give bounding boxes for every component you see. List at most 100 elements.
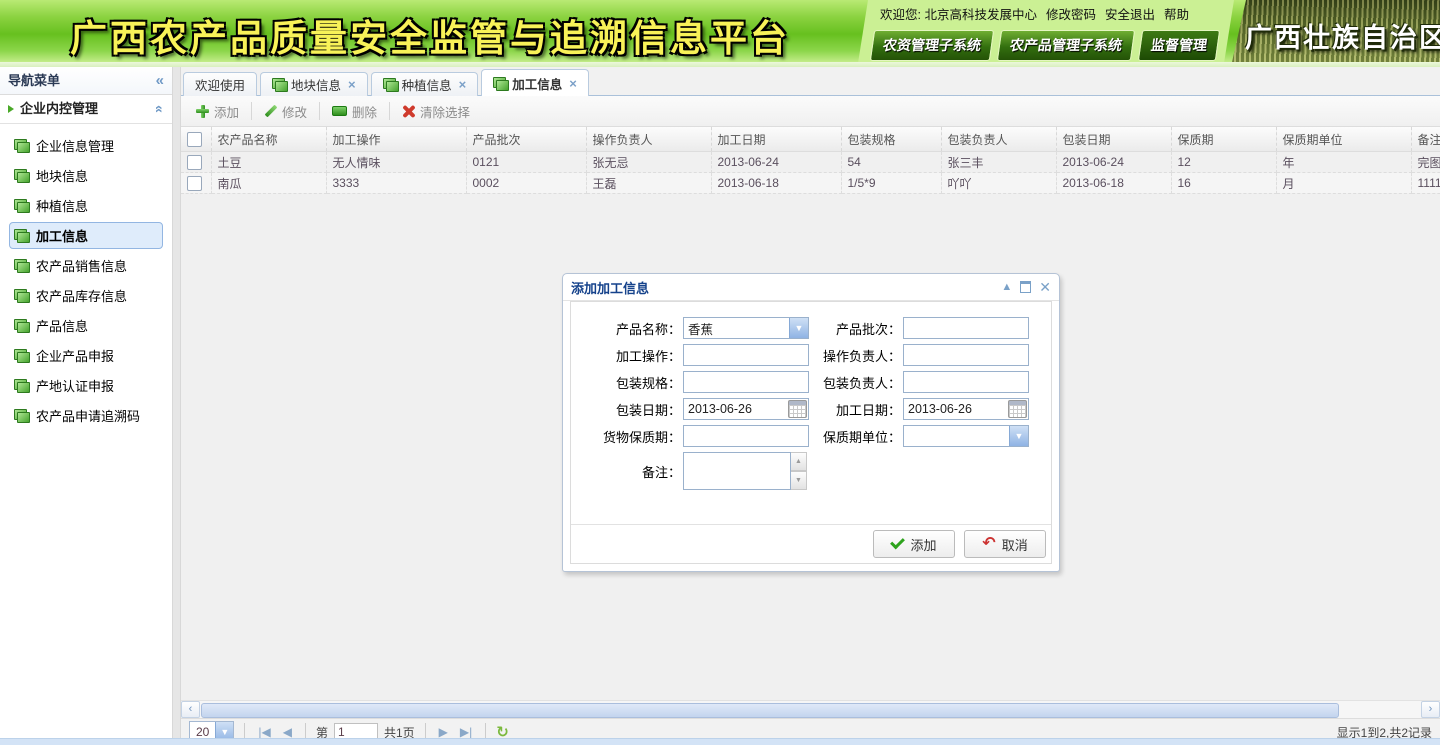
- remark-textarea[interactable]: [683, 452, 791, 490]
- tab-1[interactable]: 地块信息 ×: [260, 72, 368, 96]
- first-page-icon[interactable]: |◀: [255, 725, 273, 739]
- sidebar-item-8[interactable]: 产地认证申报: [9, 372, 163, 399]
- last-page-icon[interactable]: ▶|: [457, 725, 475, 739]
- scrollbar-track[interactable]: [200, 702, 1421, 718]
- sidebar-item-3[interactable]: 加工信息: [9, 222, 163, 249]
- spinner-up-icon[interactable]: ▲: [791, 452, 807, 471]
- folder-icon: [14, 258, 30, 273]
- dialog-collapse-icon[interactable]: ▲: [1001, 281, 1012, 293]
- package-spec-input[interactable]: [683, 371, 809, 393]
- cell: 3333: [326, 172, 467, 194]
- sidebar-item-5[interactable]: 农产品库存信息: [9, 282, 163, 309]
- column-header[interactable]: 加工操作: [326, 127, 467, 152]
- folder-icon: [14, 138, 30, 153]
- process-operation-input[interactable]: [683, 344, 809, 366]
- tab-close-icon[interactable]: ×: [569, 76, 577, 91]
- tab-close-icon[interactable]: ×: [459, 77, 467, 92]
- dialog-title-bar[interactable]: 添加加工信息 ▲ ✕: [563, 274, 1059, 301]
- table-row[interactable]: 南瓜 3333 0002 王磊 2013-06-18 1/5*9 吖吖 2013-06-18 1…: [181, 172, 1440, 194]
- tab-label: 种植信息: [401, 79, 452, 93]
- product-batch-input[interactable]: [903, 317, 1029, 339]
- scrollbar-thumb[interactable]: [201, 703, 1339, 718]
- row-checkbox[interactable]: [187, 175, 202, 191]
- section-collapse-icon[interactable]: «: [146, 105, 174, 113]
- header-link-0[interactable]: 修改密码: [1046, 8, 1096, 22]
- sidebar-collapse-icon[interactable]: «: [156, 67, 164, 94]
- toolbar-button-1[interactable]: 修改: [255, 98, 316, 125]
- tab-2[interactable]: 种植信息 ×: [370, 72, 479, 96]
- subsystem-button-2[interactable]: 监督管理: [1137, 30, 1221, 61]
- calendar-icon[interactable]: [788, 400, 807, 418]
- toolbar-button-2[interactable]: 删除: [323, 98, 386, 125]
- package-manager-input[interactable]: [903, 371, 1029, 393]
- dialog-form-row: 加工操作： 操作负责人：: [571, 344, 1051, 366]
- chevron-down-icon[interactable]: ▼: [1009, 426, 1028, 446]
- sidebar-item-4[interactable]: 农产品销售信息: [9, 252, 163, 279]
- column-header[interactable]: 操作负责人: [586, 127, 712, 152]
- column-header[interactable]: 包装负责人: [941, 127, 1057, 152]
- sidebar-item-1[interactable]: 地块信息: [9, 162, 163, 189]
- shelf-life-unit-label: 保质期单位：: [822, 429, 901, 445]
- page-root: 广西农产品质量安全监管与追溯信息平台 欢迎您: 北京高科技发展中心 修改密码 安全退…: [0, 0, 1440, 745]
- dialog-add-button[interactable]: 添加: [873, 530, 955, 558]
- column-header[interactable]: 包装日期: [1056, 127, 1172, 152]
- sidebar-item-0[interactable]: 企业信息管理: [9, 132, 163, 159]
- prev-page-icon[interactable]: ◀: [280, 725, 295, 739]
- subsystem-button-1[interactable]: 农产品管理子系统: [996, 30, 1136, 61]
- product-name-value: 香蕉: [688, 322, 714, 337]
- column-header[interactable]: 包装规格: [841, 127, 942, 152]
- clear-selection-icon: [402, 105, 415, 118]
- column-header[interactable]: 农产品名称: [211, 127, 327, 152]
- accordion-section-internal-control[interactable]: 企业内控管理 «: [0, 95, 172, 124]
- sidebar-item-9[interactable]: 农产品申请追溯码: [9, 402, 163, 429]
- select-all-checkbox[interactable]: [187, 131, 202, 147]
- cell: 张三丰: [941, 151, 1057, 173]
- sidebar-item-6[interactable]: 产品信息: [9, 312, 163, 339]
- column-header[interactable]: 保质期: [1171, 127, 1277, 152]
- next-page-icon[interactable]: ▶: [436, 725, 451, 739]
- splitter[interactable]: [172, 67, 181, 745]
- column-header[interactable]: 保质期单位: [1276, 127, 1412, 152]
- tab-0[interactable]: 欢迎使用: [183, 72, 258, 96]
- dialog-form-row: 备注： ▲ ▼: [571, 452, 1051, 490]
- header-link-1[interactable]: 安全退出: [1105, 8, 1155, 22]
- process-date-field[interactable]: 2013-06-26: [903, 398, 1029, 420]
- spinner-down-icon[interactable]: ▼: [791, 471, 807, 490]
- row-checkbox[interactable]: [187, 154, 202, 170]
- folder-icon: [14, 228, 30, 243]
- cell: 0121: [466, 151, 587, 173]
- toolbar-button-3[interactable]: 清除选择: [393, 98, 479, 125]
- shelf-life-input[interactable]: [683, 425, 809, 447]
- sidebar-item-2[interactable]: 种植信息: [9, 192, 163, 219]
- shelf-life-unit-select[interactable]: ▼: [903, 425, 1029, 447]
- column-header[interactable]: 产品批次: [466, 127, 587, 152]
- chevron-down-icon[interactable]: ▼: [789, 318, 808, 338]
- scroll-left-icon[interactable]: ‹: [181, 701, 200, 718]
- welcome-bar: 欢迎您: 北京高科技发展中心 修改密码 安全退出 帮助: [880, 4, 1230, 23]
- table-row[interactable]: 土豆 无人情味 0121 张无忌 2013-06-24 54 张三丰 2013-06-24 12…: [181, 151, 1440, 173]
- row-checkbox-cell: [181, 151, 212, 173]
- dialog-cancel-button[interactable]: ↶ 取消: [964, 530, 1046, 558]
- dialog-title: 添加加工信息: [571, 280, 650, 296]
- dialog-maximize-icon[interactable]: [1020, 281, 1032, 293]
- column-header[interactable]: 加工日期: [711, 127, 842, 152]
- subsystem-button-0[interactable]: 农资管理子系统: [869, 30, 995, 61]
- tab-3[interactable]: 加工信息 ×: [481, 69, 589, 96]
- package-date-field[interactable]: 2013-06-26: [683, 398, 809, 420]
- dialog-close-icon[interactable]: ✕: [1039, 280, 1051, 294]
- toolbar-button-0[interactable]: 添加: [187, 98, 248, 125]
- horizontal-scrollbar[interactable]: ‹ ›: [181, 700, 1440, 718]
- sidebar-item-7[interactable]: 企业产品申报: [9, 342, 163, 369]
- region-label: 广西壮族自治区: [1245, 23, 1440, 53]
- scroll-right-icon[interactable]: ›: [1421, 701, 1440, 718]
- calendar-icon[interactable]: [1008, 400, 1027, 418]
- header-link-2[interactable]: 帮助: [1164, 8, 1189, 22]
- operation-manager-input[interactable]: [903, 344, 1029, 366]
- package-date-value: 2013-06-26: [688, 402, 752, 416]
- tab-close-icon[interactable]: ×: [348, 77, 356, 92]
- column-header[interactable]: 备注: [1411, 127, 1440, 152]
- tab-label: 加工信息: [512, 77, 563, 92]
- welcome-text: 欢迎您: 北京高科技发展中心: [880, 8, 1037, 22]
- product-name-select[interactable]: 香蕉 ▼: [683, 317, 809, 339]
- select-all-header-cell: [181, 127, 212, 152]
